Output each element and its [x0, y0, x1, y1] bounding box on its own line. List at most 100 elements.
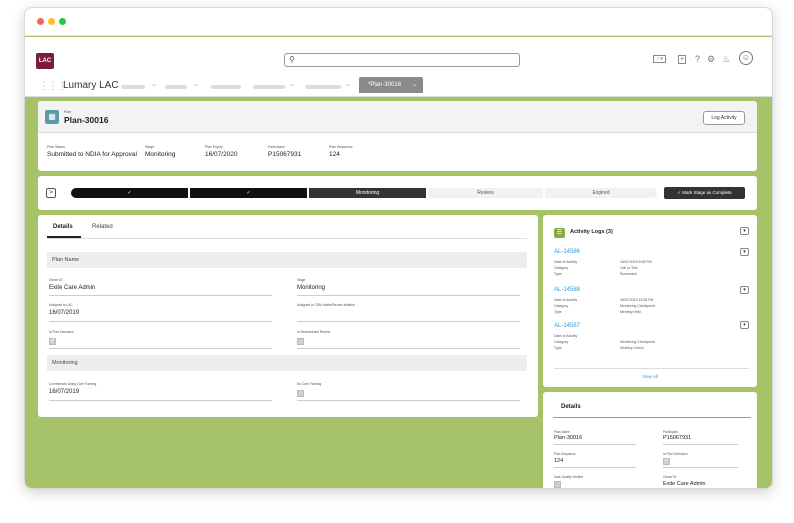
- field-label: No Core Funding: [297, 382, 322, 386]
- path-stage-completed[interactable]: ✓: [190, 188, 307, 198]
- activity-log-field-value: 16/07/2019 12:55 PM: [620, 298, 654, 302]
- details-card: Details Related Plan Name Owner ID Exite…: [38, 215, 538, 417]
- app-name: Lumary LAC: [63, 80, 119, 91]
- field-label: Stage: [297, 278, 306, 282]
- highlight-label: Plan Sequence: [329, 145, 353, 149]
- field-label: Assigned to CRM Intake/Review Initiated: [297, 303, 355, 307]
- tab-related[interactable]: Related: [92, 224, 113, 230]
- notification-bell-icon[interactable]: ♨: [722, 54, 730, 65]
- activity-logs-title[interactable]: Activity Logs (3): [570, 229, 613, 235]
- path-stage-completed[interactable]: ✓: [71, 188, 188, 198]
- path-toggle-button[interactable]: >: [46, 188, 56, 198]
- nav-item[interactable]: [211, 85, 241, 89]
- activity-log-field-label: Date of Activity: [554, 334, 578, 338]
- participant-link[interactable]: P15067931: [663, 435, 691, 441]
- field-label: Owner ID: [49, 278, 63, 282]
- field-divider: [663, 444, 738, 445]
- highlight-value: 16/07/2020: [205, 151, 238, 158]
- field-label: Is Plan Extension: [663, 452, 688, 456]
- activity-log-link[interactable]: AL-14587: [554, 323, 580, 329]
- field-value: Monitoring: [297, 285, 326, 291]
- chevron-down-icon[interactable]: ⌄: [289, 80, 295, 88]
- active-record-tab[interactable]: *Plan-30016 ⌄: [359, 77, 423, 93]
- nav-item[interactable]: [305, 85, 341, 89]
- maximize-window-dot[interactable]: [59, 18, 66, 25]
- highlight-label: Stage: [145, 145, 155, 149]
- activity-log-field-label: Date of Activity: [554, 260, 578, 264]
- app-header: LAC ⚲ ☆▾ + ? ⚙ ♨ ☺ ⋮⋮⋮ Lumary LAC ⌄ ⌄ ⌄ …: [25, 37, 772, 97]
- minimize-window-dot[interactable]: [48, 18, 55, 25]
- search-icon: ⚲: [289, 55, 295, 64]
- field-divider: [297, 348, 520, 349]
- help-icon[interactable]: ?: [695, 54, 700, 64]
- plan-extension-checkbox: ✓: [663, 458, 670, 465]
- activity-log-field-label: Type: [554, 346, 562, 350]
- path-stage-expired[interactable]: Expired: [545, 188, 657, 198]
- activity-logs-card: ☰ Activity Logs (3) ▾ AL-14586 Date of A…: [543, 215, 757, 387]
- activity-log-link[interactable]: AL-14588: [554, 287, 580, 293]
- plan-record-icon: ▦: [45, 110, 59, 124]
- activity-log-field-value: Successful: [620, 272, 637, 276]
- side-details-underline: [553, 417, 751, 418]
- chevron-down-icon[interactable]: ⌄: [193, 80, 199, 88]
- path-stage-current[interactable]: Monitoring: [309, 188, 426, 198]
- log-activity-button[interactable]: Log Activity: [703, 111, 745, 125]
- nav-item[interactable]: [253, 85, 285, 89]
- no-core-funding-checkbox: [297, 390, 304, 397]
- activity-log-row-dropdown[interactable]: ▾: [740, 248, 749, 256]
- section-monitoring[interactable]: Monitoring: [47, 355, 527, 371]
- activity-log-item: AL-14587 Date of Activity Category Monit…: [554, 323, 749, 357]
- activity-log-row-dropdown[interactable]: ▾: [740, 321, 749, 329]
- chevron-down-icon[interactable]: ⌄: [345, 80, 351, 88]
- field-divider: [554, 444, 636, 445]
- activity-log-row-dropdown[interactable]: ▾: [740, 286, 749, 294]
- active-tab-label: *Plan-30016: [368, 82, 402, 88]
- path-stage-review[interactable]: Review: [428, 188, 543, 198]
- tab-details[interactable]: Details: [53, 224, 73, 230]
- rescheduled-review-checkbox: [297, 338, 304, 345]
- lac-logo: LAC: [36, 53, 54, 69]
- field-label: Is Plan Extension: [49, 330, 74, 334]
- field-value: 124: [554, 458, 564, 464]
- activity-log-field-value: Monitoring Checkpoint: [620, 304, 655, 308]
- field-divider: [49, 348, 272, 349]
- favorites-icon[interactable]: ☆▾: [653, 55, 666, 63]
- view-all-link[interactable]: View All: [543, 374, 757, 379]
- side-details-title[interactable]: Details: [561, 404, 581, 410]
- field-divider: [297, 321, 520, 322]
- app-launcher-icon[interactable]: ⋮⋮⋮: [39, 81, 67, 92]
- field-label: Is Rescheduled Review: [297, 330, 331, 334]
- field-divider: [663, 467, 738, 468]
- activity-log-link[interactable]: AL-14586: [554, 249, 580, 255]
- plan-extension-checkbox: ✓: [49, 338, 56, 345]
- field-divider: [49, 321, 272, 322]
- activity-log-field-label: Category: [554, 340, 569, 344]
- section-plan-name[interactable]: Plan Name: [47, 252, 527, 268]
- activity-footer-divider: [554, 368, 749, 369]
- activity-log-field-label: Type: [554, 310, 562, 314]
- owner-id-link[interactable]: Exite Care Admin: [663, 481, 706, 487]
- global-search-input[interactable]: ⚲: [284, 53, 520, 67]
- field-value: 16/07/2019: [49, 389, 80, 395]
- gear-icon[interactable]: ⚙: [707, 54, 715, 65]
- participant-link[interactable]: P15067931: [268, 151, 301, 158]
- side-details-card: Details Plan Name Plan-30016 Participant…: [543, 392, 757, 488]
- field-value: Plan-30016: [554, 435, 583, 441]
- activity-logs-menu-dropdown[interactable]: ▾: [740, 227, 749, 235]
- mark-stage-complete-button[interactable]: ✓ Mark Stage as Complete: [664, 187, 745, 199]
- chevron-down-icon[interactable]: ⌄: [151, 80, 157, 88]
- close-window-dot[interactable]: [37, 18, 44, 25]
- navigation-bar: ⋮⋮⋮ Lumary LAC ⌄ ⌄ ⌄ ⌄ *Plan-30016 ⌄: [25, 77, 772, 97]
- field-label: Participant: [663, 430, 679, 434]
- add-icon[interactable]: +: [678, 55, 687, 64]
- owner-id-link[interactable]: Exite Care Admin: [49, 285, 95, 291]
- avatar[interactable]: ☺: [739, 51, 753, 65]
- field-divider: [297, 400, 520, 401]
- nav-item[interactable]: [121, 85, 145, 89]
- tabs-divider: [47, 238, 527, 239]
- chevron-down-icon[interactable]: ⌄: [412, 77, 417, 93]
- field-divider: [49, 400, 272, 401]
- field-label: Owner ID: [663, 475, 677, 479]
- activity-log-field-value: Call or Text: [620, 266, 638, 270]
- nav-item[interactable]: [165, 85, 187, 89]
